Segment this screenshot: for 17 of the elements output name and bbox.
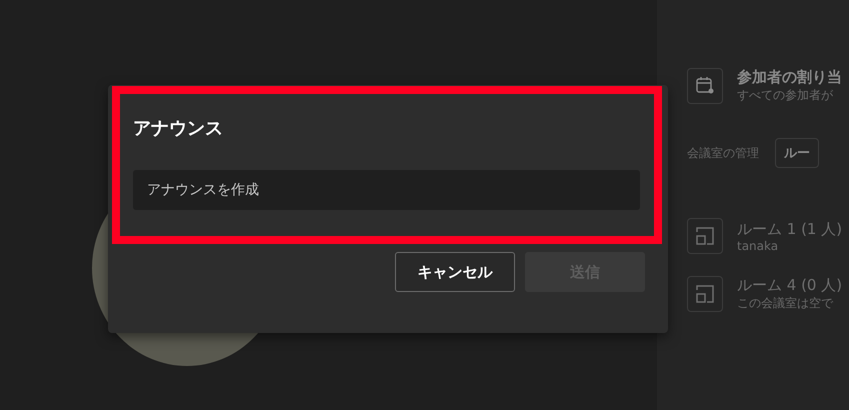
assign-subtitle: すべての参加者が	[737, 87, 834, 104]
announcement-input[interactable]: アナウンスを作成	[133, 170, 640, 210]
room-name[interactable]: ルーム 4 (0 人)	[737, 276, 842, 295]
icon-frame[interactable]	[687, 276, 723, 312]
room-detail: tanaka	[737, 238, 780, 252]
icon-frame[interactable]	[687, 68, 723, 104]
room-name[interactable]: ルーム 1 (1 人)	[737, 220, 842, 238]
room-button[interactable]: ルー	[775, 138, 819, 168]
manage-label: 会議室の管理	[687, 144, 759, 162]
calendar-people-icon	[695, 76, 715, 96]
icon-frame[interactable]	[687, 218, 723, 254]
dialog-title: アナウンス	[133, 117, 224, 140]
cancel-button[interactable]: キャンセル	[395, 252, 515, 292]
room-detail: この会議室は空で	[737, 295, 834, 312]
room-icon	[695, 284, 715, 304]
assign-title: 参加者の割り当	[737, 68, 842, 87]
room-icon	[695, 226, 715, 246]
